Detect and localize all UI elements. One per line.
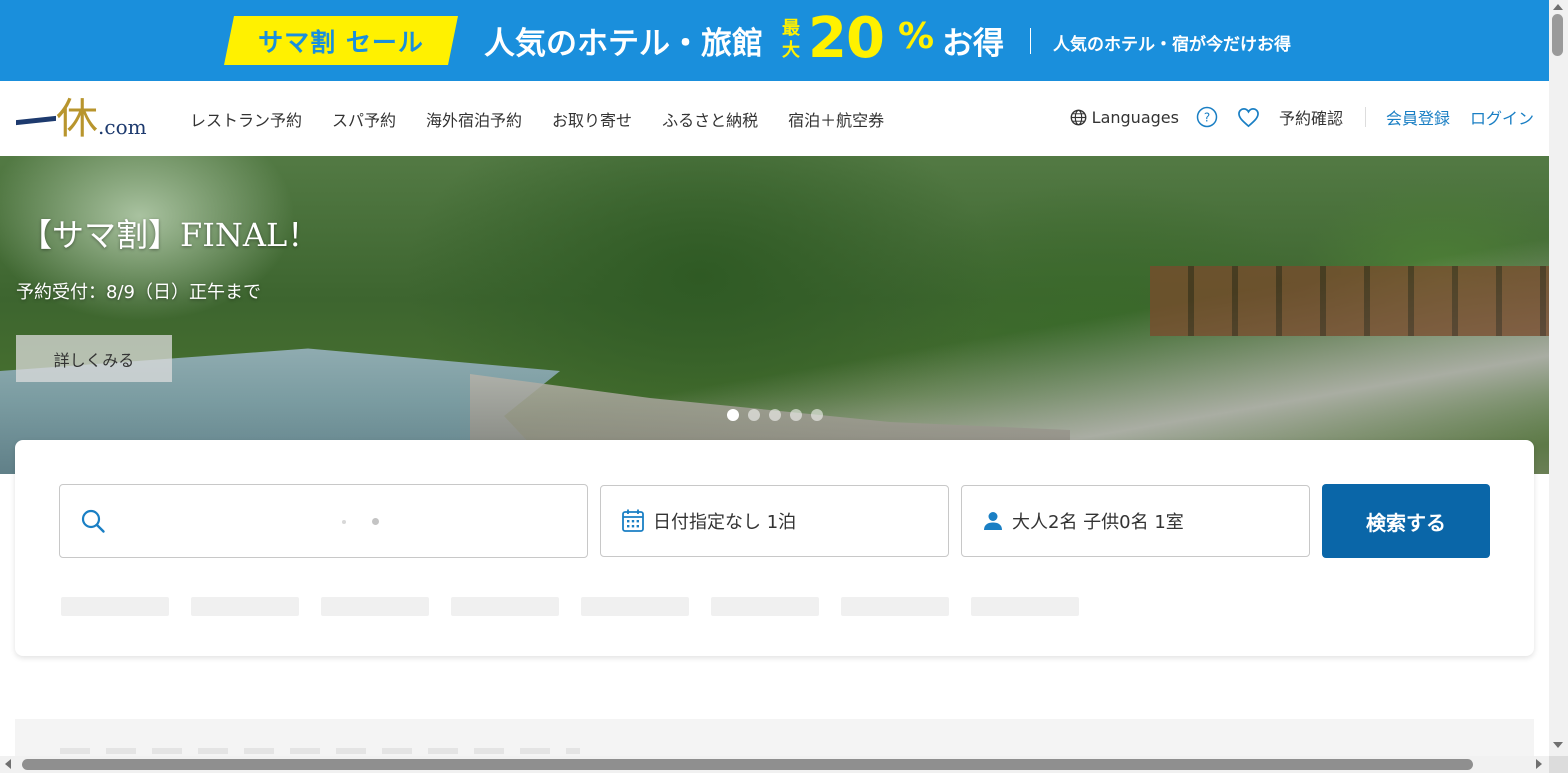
nav-item-restaurant[interactable]: レストラン予約 — [190, 107, 302, 131]
nav-item-furusato[interactable]: ふるさと納税 — [662, 107, 758, 131]
horizontal-scrollbar-thumb[interactable] — [22, 759, 1473, 770]
favorites-button[interactable] — [1237, 105, 1261, 129]
promo-subtext: 人気のホテル・宿が今だけお得 — [1053, 35, 1291, 55]
skeleton-placeholder — [841, 597, 949, 616]
hero-carousel[interactable]: 【サマ割】FINAL！ 予約受付：8/9（日）正午まで 詳しくみる — [0, 156, 1549, 474]
login-link[interactable]: ログイン — [1470, 105, 1534, 129]
nav-item-gourmet-order[interactable]: お取り寄せ — [552, 107, 632, 131]
nav-item-spa[interactable]: スパ予約 — [332, 107, 396, 131]
promo-otoku: お得 — [942, 26, 1004, 62]
date-field[interactable]: 日付指定なし 1泊 — [600, 485, 949, 557]
quick-links-placeholder — [61, 597, 1079, 616]
skeleton-placeholder — [711, 597, 819, 616]
skeleton-placeholder — [61, 597, 169, 616]
register-link[interactable]: 会員登録 — [1386, 105, 1450, 129]
hero-subtitle: 予約受付：8/9（日）正午まで — [16, 282, 261, 303]
nav-item-overseas[interactable]: 海外宿泊予約 — [426, 107, 522, 131]
scroll-up-arrow-icon[interactable] — [1553, 4, 1563, 10]
question-circle-icon: ? — [1196, 106, 1218, 128]
hero-title: 【サマ割】FINAL！ — [20, 216, 320, 254]
site-logo[interactable]: 休 .com — [16, 97, 147, 141]
date-label: 日付指定なし 1泊 — [653, 512, 797, 533]
promo-percent-sign: % — [898, 16, 935, 57]
logo-mark-bar — [16, 115, 56, 126]
search-submit-button[interactable]: 検索する — [1322, 484, 1490, 558]
languages-button[interactable]: Languages — [1070, 108, 1179, 127]
next-section-cutoff-text — [60, 748, 580, 754]
skeleton-placeholder — [451, 597, 559, 616]
loading-dot — [372, 518, 379, 525]
carousel-dot-5[interactable] — [811, 409, 823, 421]
languages-label: Languages — [1091, 107, 1179, 127]
nav-item-hotel-flight[interactable]: 宿泊＋航空券 — [788, 107, 884, 131]
main-nav: レストラン予約 スパ予約 海外宿泊予約 お取り寄せ ふるさと納税 宿泊＋航空券 — [190, 107, 914, 131]
loading-dot — [342, 519, 346, 524]
carousel-dot-3[interactable] — [769, 409, 781, 421]
vertical-scrollbar[interactable] — [1549, 0, 1568, 756]
skeleton-placeholder — [971, 597, 1079, 616]
carousel-dot-1[interactable] — [727, 409, 739, 421]
site-header: 休 .com レストラン予約 スパ予約 海外宿泊予約 お取り寄せ ふるさと納税 … — [0, 81, 1549, 156]
hero-detail-button[interactable]: 詳しくみる — [16, 335, 172, 382]
promo-headline: 人気のホテル・旅館 — [484, 26, 763, 62]
promo-divider — [1030, 28, 1031, 54]
hero-riverbank-shape — [470, 374, 1070, 446]
page: サマ割 セール 人気のホテル・旅館 最大 20 % お得 人気のホテル・宿が今だ… — [0, 0, 1568, 773]
heart-icon — [1238, 107, 1260, 127]
search-icon — [80, 508, 106, 534]
globe-icon — [1070, 109, 1087, 125]
skeleton-placeholder — [191, 597, 299, 616]
calendar-icon — [621, 508, 645, 534]
guests-label: 大人2名 子供0名 1室 — [1012, 512, 1184, 533]
skeleton-placeholder — [321, 597, 429, 616]
keyword-loading-indicator — [342, 518, 379, 525]
search-card: 日付指定なし 1泊 大人2名 子供0名 1室 検索する — [15, 440, 1534, 656]
header-actions: Languages ? 予約確認 会員登録 ログイン — [1070, 105, 1534, 129]
promo-tag: サマ割 セール — [224, 16, 458, 65]
scroll-right-arrow-icon[interactable] — [1536, 759, 1542, 769]
logo-mark: 休 — [56, 94, 99, 143]
svg-text:?: ? — [1204, 111, 1210, 125]
scrollbar-corner — [1549, 756, 1568, 773]
hero-building-shape — [1150, 266, 1549, 336]
reservation-check-link[interactable]: 予約確認 — [1279, 105, 1343, 129]
keyword-field[interactable] — [59, 484, 588, 558]
scroll-left-arrow-icon[interactable] — [5, 759, 11, 769]
help-button[interactable]: ? — [1195, 105, 1219, 129]
header-divider — [1364, 107, 1366, 127]
guests-field[interactable]: 大人2名 子供0名 1室 — [961, 485, 1310, 557]
vertical-scrollbar-thumb[interactable] — [1552, 14, 1563, 56]
person-icon — [982, 510, 1004, 532]
skeleton-placeholder — [581, 597, 689, 616]
scroll-down-arrow-icon[interactable] — [1553, 742, 1563, 748]
carousel-dot-4[interactable] — [790, 409, 802, 421]
promo-max-label: 最大 — [782, 18, 800, 61]
promo-percent-value: 20 — [808, 6, 885, 71]
promo-banner[interactable]: サマ割 セール 人気のホテル・旅館 最大 20 % お得 人気のホテル・宿が今だ… — [0, 0, 1549, 81]
carousel-dot-2[interactable] — [748, 409, 760, 421]
carousel-dots — [727, 409, 823, 421]
logo-suffix: .com — [98, 115, 147, 139]
